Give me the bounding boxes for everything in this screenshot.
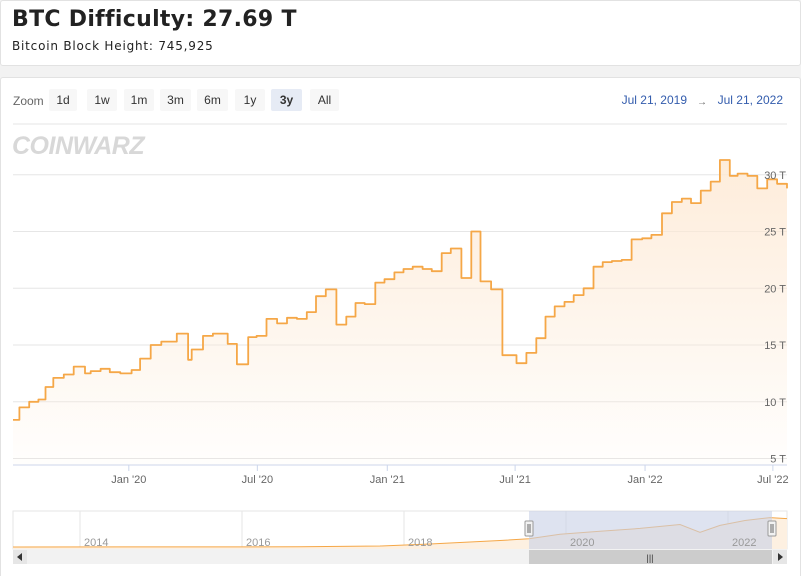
y-tick-label: 10 T [764, 397, 786, 409]
zoom-button-All[interactable]: All [310, 89, 339, 111]
navigator-year-label: 2014 [84, 537, 108, 549]
y-tick-label: 30 T [764, 170, 786, 182]
navigator-year-label: 2018 [408, 537, 432, 549]
x-tick-label: Jul '20 [242, 474, 273, 486]
x-tick-label: Jan '22 [627, 474, 662, 486]
scrollbar-grip: ||| [646, 553, 653, 563]
x-tick-label: Jan '21 [370, 474, 405, 486]
navigator-year-label: 2022 [732, 537, 756, 549]
navigator-handle-right[interactable] [767, 520, 777, 537]
zoom-button-1w[interactable]: 1w [87, 89, 117, 111]
navigator-year-label: 2020 [570, 537, 594, 549]
navigator: 2014 2016 2018 2020 2022 ||| [12, 510, 788, 564]
zoom-button-label: 1w [94, 93, 110, 107]
zoom-button-label: 1d [56, 93, 69, 107]
zoom-button-label: 6m [204, 93, 221, 107]
y-tick-label: 20 T [764, 283, 786, 295]
range-from[interactable]: Jul 21, 2019 [622, 93, 688, 107]
scroll-left-arrow[interactable] [13, 550, 27, 564]
zoom-button-6m[interactable]: 6m [197, 89, 228, 111]
zoom-button-label: 3m [167, 93, 184, 107]
range-arrow: → [697, 97, 707, 108]
handle-body [767, 520, 777, 537]
handle-body [524, 520, 534, 537]
difficulty-chart: Zoom 1d 1w 1m 3m 6m 1y 3y All Jul 21, 2019 → Ju… [12, 89, 789, 564]
zoom-button-label: 1m [131, 93, 148, 107]
zoom-button-3y[interactable]: 3y [271, 89, 302, 111]
navigator-year-label: 2016 [246, 537, 270, 549]
zoom-button-label: 3y [280, 93, 294, 107]
navigator-scrollbar[interactable]: ||| [13, 550, 787, 564]
coinwarz-watermark: COINWARZ [12, 132, 146, 160]
x-tick-label: Jul '22 [757, 474, 788, 486]
zoom-buttons: 1d 1w 1m 3m 6m 1y 3y All [49, 89, 339, 111]
zoom-button-1d[interactable]: 1d [49, 89, 77, 111]
x-tick-label: Jan '20 [111, 474, 146, 486]
x-tick-label: Jul '21 [499, 474, 530, 486]
zoom-button-1y[interactable]: 1y [235, 89, 265, 111]
range-to[interactable]: Jul 21, 2022 [718, 93, 784, 107]
zoom-button-3m[interactable]: 3m [160, 89, 191, 111]
zoom-button-1m[interactable]: 1m [124, 89, 154, 111]
y-tick-label: 15 T [764, 340, 786, 352]
difficulty-area [13, 160, 787, 465]
zoom-button-label: 1y [244, 93, 257, 107]
y-tick-label: 25 T [764, 227, 786, 239]
series-layer [13, 159, 788, 465]
scroll-right-arrow[interactable] [773, 550, 787, 564]
x-axis: Jan '20 Jul '20 Jan '21 Jul '21 Jan '22 Jul '… [111, 465, 789, 486]
navigator-handle-left[interactable] [524, 520, 534, 537]
y-tick-label: 5 T [770, 454, 786, 466]
zoom-button-label: All [318, 93, 331, 107]
zoom-label: Zoom [13, 94, 44, 108]
